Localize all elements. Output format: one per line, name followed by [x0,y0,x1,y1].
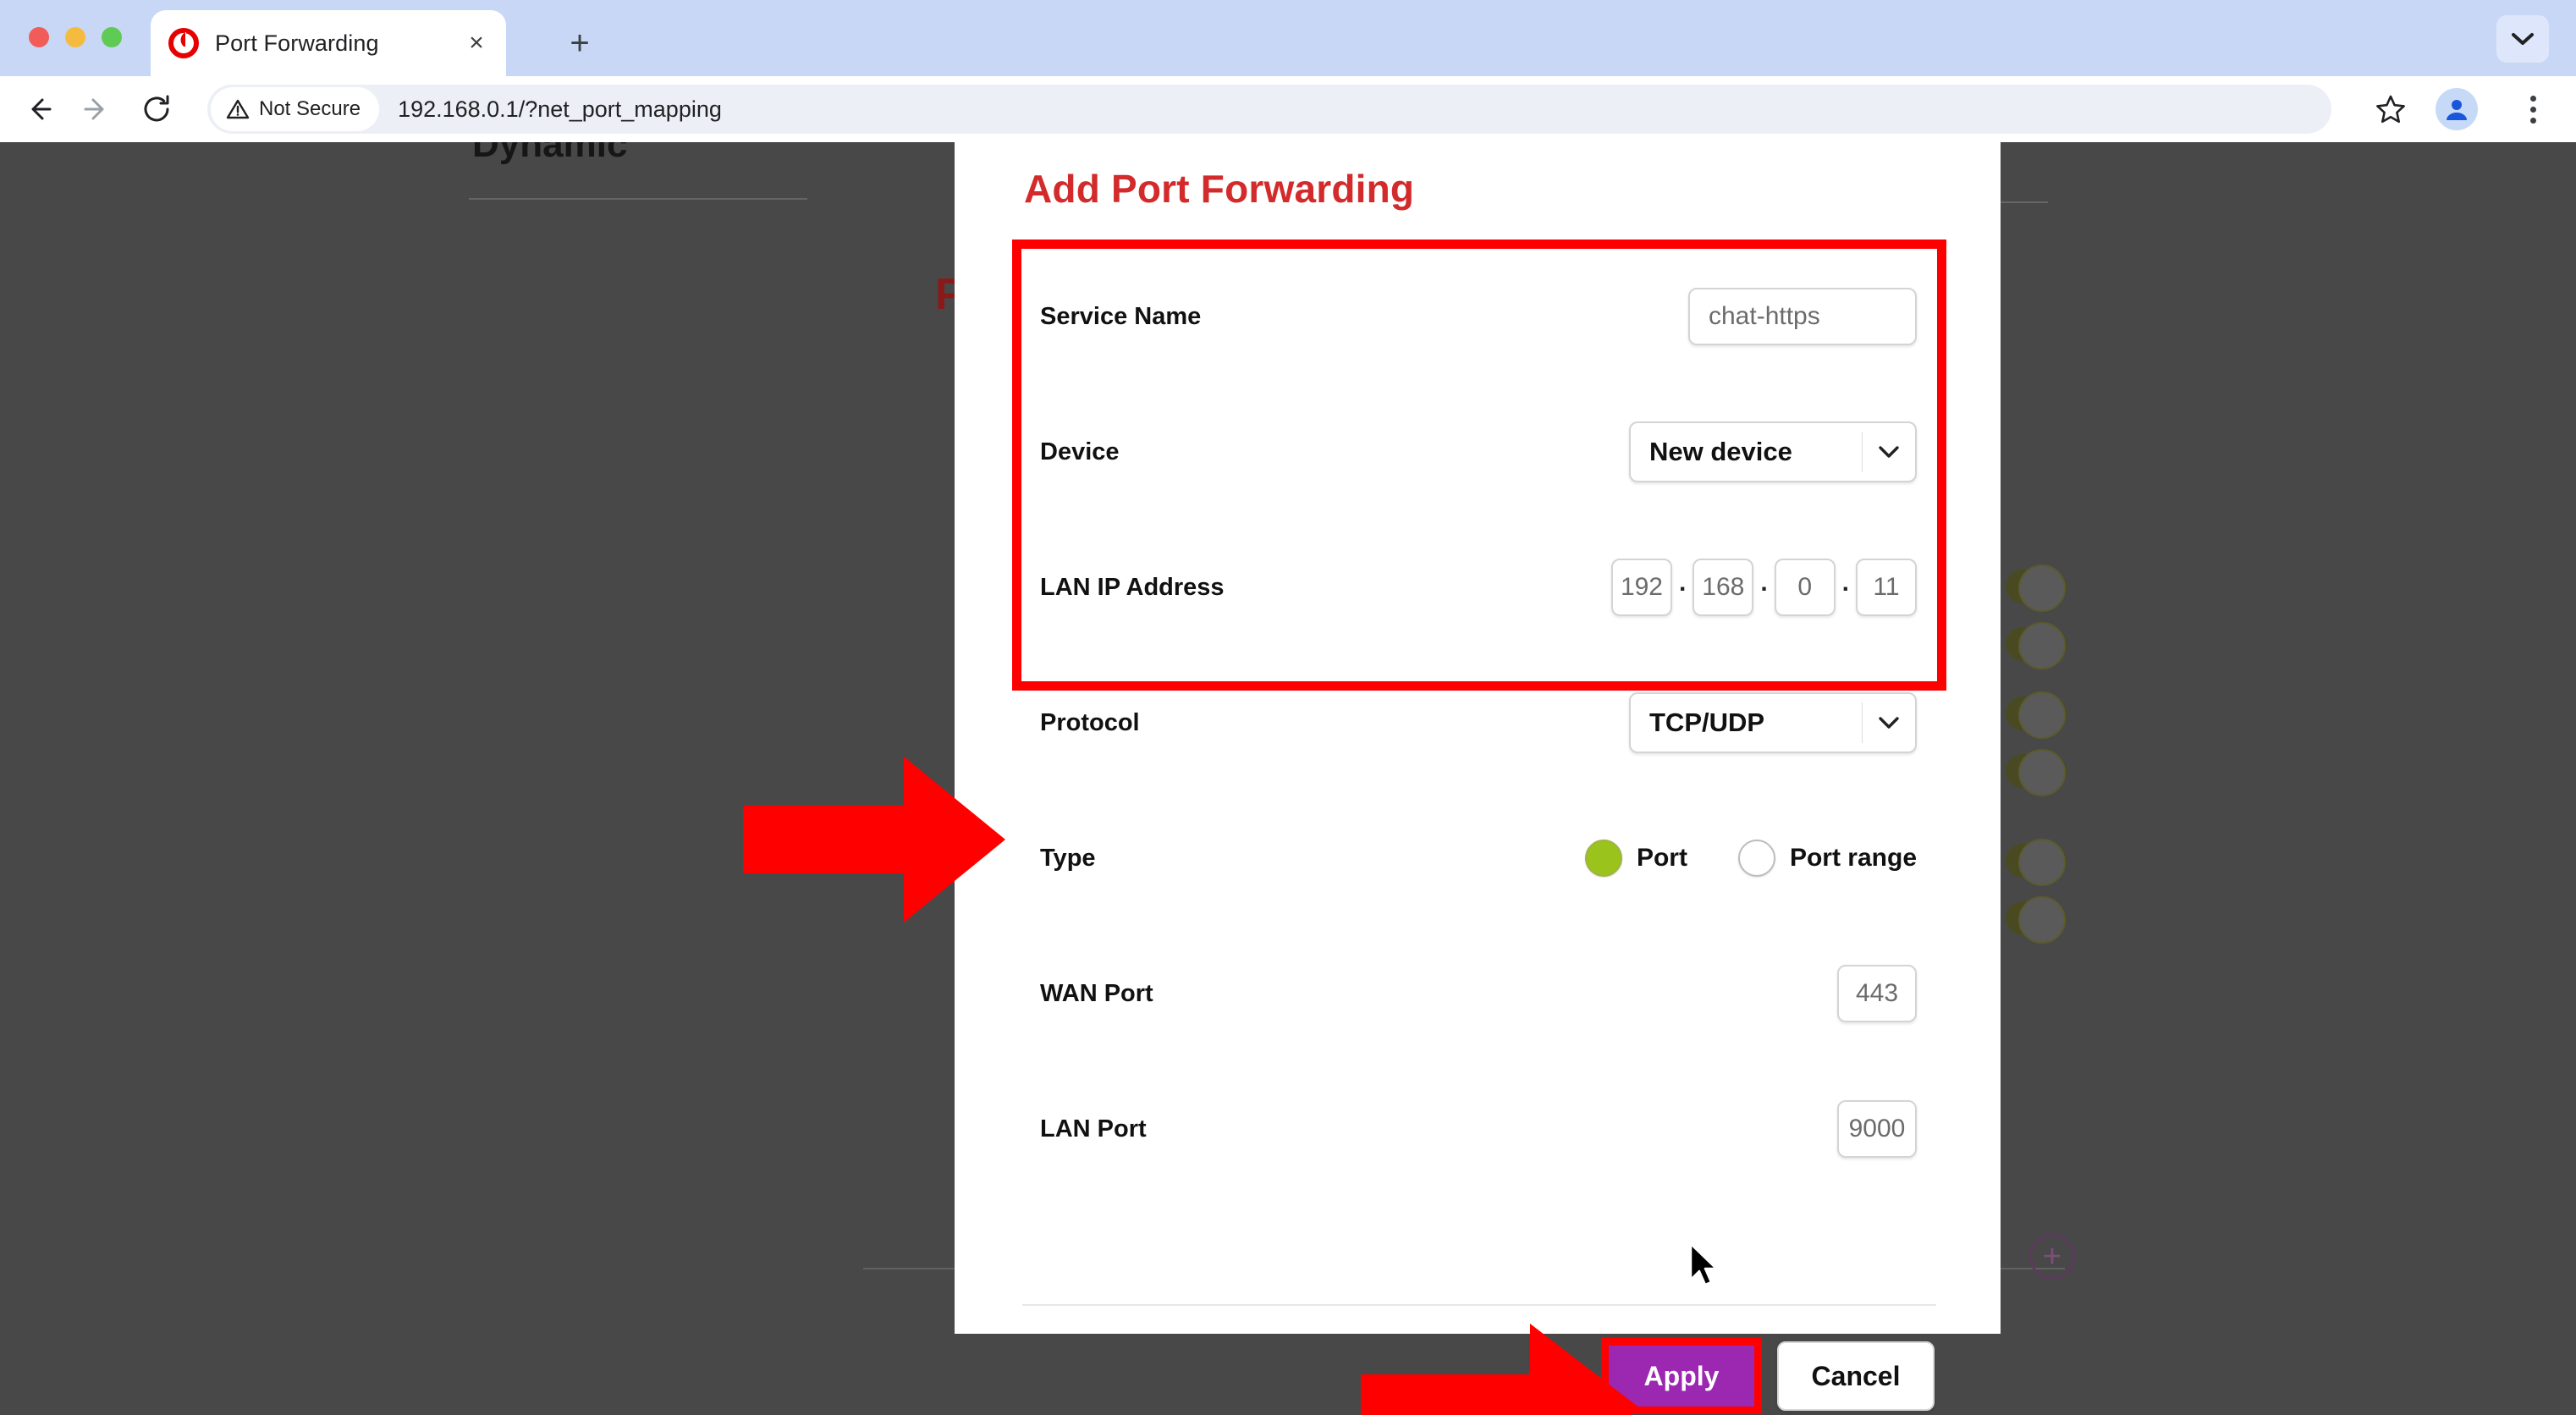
radio-selected-icon[interactable] [1584,840,1622,877]
port-forwarding-form: Service Name chat-https Device New devic… [1021,249,1937,1197]
background-divider [469,198,807,200]
security-label: Not Secure [259,97,361,120]
back-icon[interactable] [19,90,58,129]
profile-icon[interactable] [2436,88,2478,130]
device-label: Device [1040,438,1120,465]
close-window-button[interactable] [29,27,49,47]
type-option-port-range-label: Port range [1789,844,1917,872]
field-row-service-name: Service Name chat-https [1021,249,1937,384]
background-toggle-switch[interactable] [2006,622,2067,669]
field-row-lan-port: LAN Port 9000 [1021,1061,1937,1197]
dialog-footer-divider [1022,1304,1936,1306]
radio-unselected-icon[interactable] [1737,840,1775,877]
protocol-label: Protocol [1040,708,1140,736]
background-toggle-switch[interactable] [2006,691,2067,739]
background-toggle-switch[interactable] [2006,564,2067,612]
protocol-selected-value: TCP/UDP [1649,708,1765,737]
type-radio-group: Port Port range [1584,840,1917,877]
service-name-label: Service Name [1040,302,1202,330]
wan-port-input[interactable]: 443 [1837,965,1917,1022]
browser-tab[interactable]: Port Forwarding × [151,10,506,76]
background-heading: Dynamic [472,142,628,165]
lan-ip-octet-4[interactable]: 11 [1856,559,1917,616]
vodafone-logo-icon [168,27,200,59]
minimize-window-button[interactable] [65,27,85,47]
field-row-wan-port: WAN Port 443 [1021,926,1937,1061]
cancel-button[interactable]: Cancel [1777,1341,1935,1411]
warning-triangle-icon [226,99,250,119]
field-row-type: Type Port Port range [1021,790,1937,926]
window-traffic-lights [29,27,122,47]
dialog-title: Add Port Forwarding [1024,167,1415,211]
lan-ip-octet-2[interactable]: 168 [1693,559,1754,616]
address-bar[interactable]: Not Secure 192.168.0.1/?net_port_mapping [207,85,2331,134]
device-selected-value: New device [1649,437,1792,466]
new-tab-button[interactable]: + [559,22,601,64]
page-viewport: Dynamic P + Apply Cancel Add Port Forwar… [0,142,2576,1415]
service-name-input[interactable]: chat-https [1688,288,1917,345]
type-option-port[interactable]: Port [1584,840,1687,877]
red-right-arrow-form [743,757,1005,922]
field-row-device: Device New device [1021,384,1937,520]
octet-separator: . [1678,569,1687,597]
forward-icon[interactable] [78,90,117,129]
url-text: 192.168.0.1/?net_port_mapping [398,96,722,122]
close-icon[interactable]: × [462,29,491,58]
red-right-arrow-apply [1361,1324,1640,1415]
background-add-button[interactable]: + [2029,1234,2075,1280]
lan-port-label: LAN Port [1040,1115,1147,1142]
field-row-protocol: Protocol TCP/UDP [1021,655,1937,790]
star-icon[interactable] [2371,90,2410,129]
browser-toolbar: Not Secure 192.168.0.1/?net_port_mapping [0,76,2576,142]
background-toggle-switch[interactable] [2006,896,2067,944]
background-toggle-switch[interactable] [2006,839,2067,886]
maximize-window-button[interactable] [102,27,122,47]
tab-strip: Port Forwarding × + [0,0,2576,76]
field-row-lan-ip: LAN IP Address 192 . 168 . 0 . 11 [1021,520,1937,655]
lan-port-input[interactable]: 9000 [1837,1100,1917,1158]
not-secure-badge[interactable]: Not Secure [211,87,380,131]
tab-title: Port Forwarding [215,30,379,56]
lan-ip-octet-1[interactable]: 192 [1610,559,1672,616]
device-select[interactable]: New device [1629,421,1917,482]
wan-port-label: WAN Port [1040,979,1153,1007]
mouse-cursor [1688,1242,1722,1291]
chevron-down-icon[interactable] [1863,423,1915,481]
lan-ip-octet-3[interactable]: 0 [1774,559,1836,616]
octet-separator: . [1760,569,1768,597]
chevron-down-icon[interactable] [1863,694,1915,752]
lan-ip-octet-group: 192 . 168 . 0 . 11 [1610,559,1917,616]
octet-separator: . [1841,569,1849,597]
type-option-port-label: Port [1636,844,1687,872]
lan-ip-label: LAN IP Address [1040,573,1225,601]
type-option-port-range[interactable]: Port range [1737,840,1917,877]
add-port-forwarding-dialog: Add Port Forwarding Service Name chat-ht… [955,142,2001,1414]
protocol-select[interactable]: TCP/UDP [1629,692,1917,753]
type-label: Type [1040,844,1096,872]
three-dots-icon[interactable] [2513,88,2552,130]
chevron-down-icon[interactable] [2496,15,2549,63]
background-toggle-switch[interactable] [2006,749,2067,796]
browser-window: Port Forwarding × + Not Secure 192.168.0… [0,0,2576,1415]
reload-icon[interactable] [137,90,176,129]
